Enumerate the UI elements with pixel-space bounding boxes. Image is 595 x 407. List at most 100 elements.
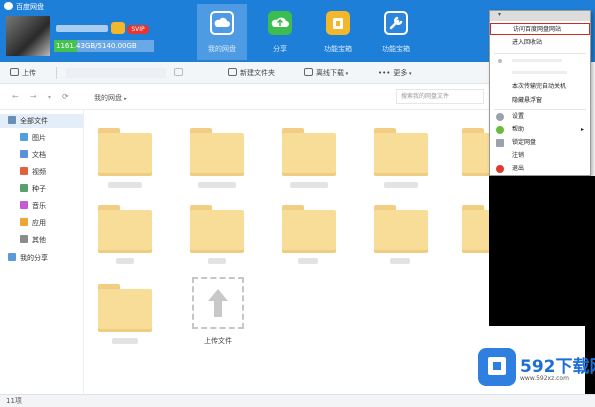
- watermark-logo-icon: [478, 348, 516, 386]
- folder-item[interactable]: [282, 205, 336, 253]
- menu-item-lock[interactable]: 锁定网盘: [490, 137, 590, 149]
- folder-item[interactable]: [462, 128, 489, 176]
- tab-tools[interactable]: 功能宝箱: [371, 4, 421, 60]
- other-icon: [20, 235, 28, 243]
- status-bar: 11项: [0, 394, 595, 407]
- folder-item[interactable]: [98, 128, 152, 176]
- folder-name-redacted: [390, 258, 410, 264]
- level-crown-icon: [111, 22, 125, 34]
- folder-item[interactable]: [282, 128, 336, 176]
- sidebar-item-music[interactable]: 音乐: [20, 199, 46, 213]
- gear-icon: [496, 113, 504, 121]
- breadcrumb[interactable]: 我的网盘 ▸: [94, 93, 127, 103]
- exit-icon: [496, 165, 504, 173]
- check-icon: [498, 59, 502, 63]
- torrent-icon: [20, 184, 28, 192]
- menu-item-label: 注销: [512, 152, 525, 159]
- folder-item[interactable]: [98, 205, 152, 253]
- upload-arrow-icon: [208, 289, 228, 317]
- background-strip: [489, 176, 595, 326]
- menu-item-auto-shutdown[interactable]: 本次传输完自动关机: [490, 81, 590, 93]
- folder-item[interactable]: [462, 205, 489, 253]
- new-folder-button[interactable]: 新建文件夹: [228, 67, 275, 79]
- lock-icon: [496, 139, 504, 147]
- menu-item-label: 退出: [512, 165, 525, 172]
- site-watermark: 592下载网 www.592xz.com: [478, 344, 595, 390]
- item-count: 11项: [6, 397, 22, 405]
- menu-item-label: 锁定网盘: [512, 139, 537, 146]
- menu-trigger-area[interactable]: ▾: [490, 11, 590, 21]
- folder-item[interactable]: [374, 205, 428, 253]
- forward-icon[interactable]: →: [30, 92, 37, 101]
- sidebar-item-label: 图片: [32, 134, 46, 142]
- sidebar-item-torrents[interactable]: 种子: [20, 182, 46, 196]
- folder-name-redacted: [116, 258, 134, 264]
- sidebar-item-documents[interactable]: 文档: [20, 148, 46, 162]
- submenu-arrow-icon: ▸: [580, 126, 584, 133]
- folder-item[interactable]: [190, 128, 244, 176]
- music-icon: [20, 201, 28, 209]
- more-dots-icon: •••: [378, 69, 391, 77]
- tab-toolbox[interactable]: 功能宝箱: [313, 4, 363, 60]
- toolbox-icon: [326, 11, 350, 35]
- history-dropdown-icon[interactable]: ▾: [48, 94, 51, 101]
- toolbar: 上传 新建文件夹 离线下载 ▾ ••• 更多 ▾: [0, 62, 489, 84]
- upload-button[interactable]: 上传: [10, 67, 36, 79]
- sidebar-item-apps[interactable]: 应用: [20, 216, 46, 230]
- sidebar-item-label: 音乐: [32, 202, 46, 210]
- sidebar-item-label: 种子: [32, 185, 46, 193]
- breadcrumb-root[interactable]: 我的网盘: [94, 94, 122, 102]
- tab-label: 功能宝箱: [324, 45, 352, 53]
- video-icon: [20, 167, 28, 175]
- refresh-icon[interactable]: ⟳: [62, 92, 69, 101]
- menu-item-exit[interactable]: 退出: [490, 163, 590, 175]
- menu-item-recycle-bin[interactable]: 进入回收站: [490, 37, 590, 49]
- sidebar-item-my-shares[interactable]: 我的分享: [8, 251, 48, 265]
- app-icon: [20, 218, 28, 226]
- menu-divider: [494, 53, 586, 54]
- offline-download-icon: [304, 68, 313, 76]
- sidebar: 全部文件 图片 文档 视频 种子 音乐 应用 其他 我的分享: [0, 110, 84, 394]
- menu-item-help[interactable]: 帮助 ▸: [490, 124, 590, 136]
- menu-item-settings[interactable]: 设置: [490, 111, 590, 123]
- tab-my-netdisk[interactable]: 我的网盘: [197, 4, 247, 60]
- menu-item-logout[interactable]: 注销: [490, 150, 590, 162]
- sidebar-item-other[interactable]: 其他: [20, 233, 46, 247]
- watermark-brand: 592下载网: [520, 357, 595, 377]
- download-button-disabled: [66, 68, 166, 78]
- tools-icon: [384, 11, 408, 35]
- upload-button-label: 上传: [22, 69, 36, 77]
- search-input[interactable]: 搜索我的网盘文件: [396, 89, 484, 104]
- upload-icon: [10, 68, 19, 76]
- folder-item[interactable]: [190, 205, 244, 253]
- menu-item-label: 本次传输完自动关机: [512, 83, 567, 90]
- baidu-netdisk-window: 百度网盘 SVIP 1161.43GB/5140.00GB 我的网盘 分享 功能…: [0, 0, 595, 407]
- tab-label: 功能宝箱: [382, 45, 410, 53]
- tab-label: 分享: [273, 45, 287, 53]
- folder-name-redacted: [198, 182, 236, 188]
- cloud-drive-icon: [210, 11, 234, 35]
- svip-badge[interactable]: SVIP: [127, 25, 149, 34]
- menu-item-hide-float-window[interactable]: 隐藏悬浮窗: [490, 95, 590, 107]
- menu-item-visit-website[interactable]: 访问百度网盘网站: [490, 23, 590, 35]
- more-button[interactable]: ••• 更多 ▾: [378, 67, 412, 79]
- back-icon[interactable]: ←: [12, 92, 19, 101]
- upload-file-label: 上传文件: [204, 337, 232, 345]
- avatar[interactable]: [6, 16, 50, 56]
- sidebar-item-images[interactable]: 图片: [20, 131, 46, 145]
- more-label: 更多: [393, 69, 408, 77]
- share-icon: [268, 11, 292, 35]
- app-logo-icon: [4, 2, 13, 10]
- sidebar-item-videos[interactable]: 视频: [20, 165, 46, 179]
- folder-item[interactable]: [98, 284, 152, 332]
- sidebar-item-all-files[interactable]: 全部文件: [0, 114, 83, 128]
- menu-item-placeholder: [490, 55, 590, 67]
- offline-download-button[interactable]: 离线下载 ▾: [304, 67, 348, 79]
- settings-dropdown-menu: ▾ 访问百度网盘网站 进入回收站 本次传输完自动关机 隐藏悬浮窗 设置 帮助 ▸ …: [489, 10, 591, 176]
- folder-name-redacted: [384, 182, 418, 188]
- menu-divider: [494, 109, 586, 110]
- folder-item[interactable]: [374, 128, 428, 176]
- tab-share[interactable]: 分享: [255, 4, 305, 60]
- menu-item-label: 进入回收站: [512, 39, 543, 46]
- upload-file-tile[interactable]: [192, 277, 244, 329]
